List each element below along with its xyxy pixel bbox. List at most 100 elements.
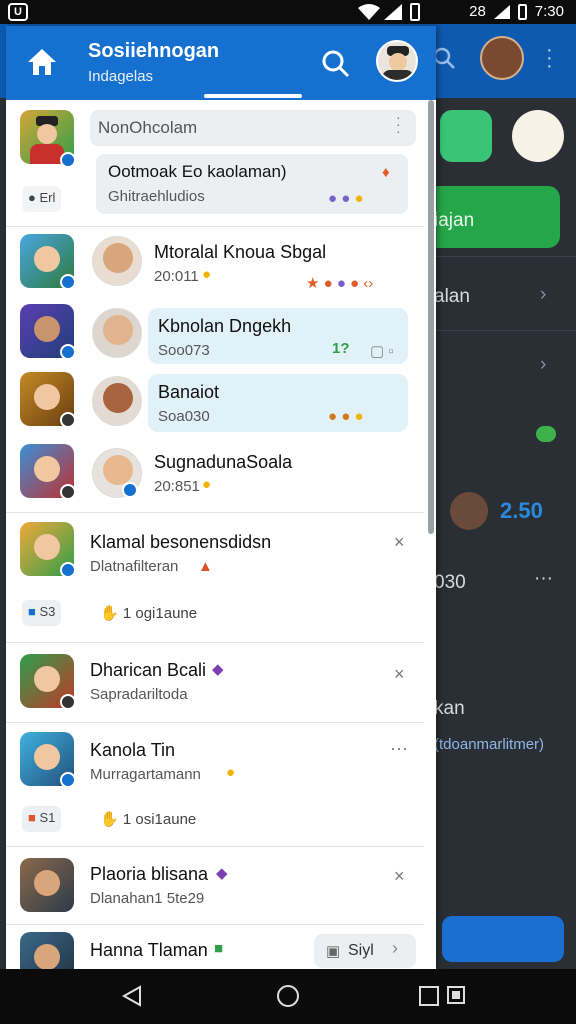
- pinned-bubble-title: Ootmoak Eo kaolaman): [108, 162, 287, 181]
- verified-badge-icon: [122, 482, 138, 498]
- verified-badge-icon: [60, 344, 76, 360]
- post-pill[interactable]: ■ S3: [22, 600, 62, 626]
- divider: [6, 846, 424, 847]
- profile-avatar[interactable]: [376, 40, 418, 82]
- pinned-small-pill[interactable]: ● Erl: [22, 186, 62, 212]
- divider: [6, 512, 424, 513]
- smile-emoji-icon: ●: [226, 764, 236, 781]
- pinned-more-icon[interactable]: · · ·: [396, 110, 401, 138]
- signal-icon-2: [493, 4, 510, 19]
- more-options-icon[interactable]: ···: [390, 738, 408, 759]
- divider: [6, 226, 424, 227]
- chevron-right-icon: ›: [392, 938, 398, 958]
- conversation-time: Soo073: [158, 342, 210, 359]
- search-icon[interactable]: [320, 48, 350, 78]
- status-left-text: 28: [469, 3, 486, 20]
- thumbs-up-icon: ✋: [100, 811, 119, 828]
- reaction-icons: ★ ● ● ● ‹›: [306, 275, 374, 292]
- post-pill[interactable]: ■ S1: [22, 806, 62, 832]
- contact-avatar[interactable]: [92, 308, 142, 358]
- bg-divider: [434, 256, 576, 257]
- reaction-icons: ● ● ●: [328, 408, 364, 425]
- smile-emoji-icon: ●: [202, 476, 212, 493]
- reaction-icons: ▢ ▫: [370, 343, 394, 360]
- system-navigation-bar: [0, 969, 576, 1024]
- sparkle-emoji-icon: ◆: [212, 661, 224, 678]
- contact-avatar[interactable]: [92, 376, 142, 426]
- bg-more: ···: [534, 568, 553, 589]
- verified-badge-icon: [60, 484, 76, 500]
- bg-action-pill: [442, 916, 564, 962]
- check-box-icon: ■: [214, 940, 224, 957]
- home-icon[interactable]: [26, 46, 58, 78]
- page-subtitle: Indagelas: [88, 68, 154, 85]
- recents-icon[interactable]: [418, 985, 440, 1007]
- flame-icon: ♦: [382, 164, 390, 181]
- page-title: Sosiiehnogan: [88, 40, 220, 62]
- conversation-name: Banaiot: [158, 382, 220, 402]
- contact-avatar[interactable]: [92, 236, 142, 286]
- divider: [6, 642, 424, 643]
- conversation-name: SugnadunaSoala: [154, 452, 293, 472]
- verified-badge-icon: [60, 412, 76, 428]
- battery-icon-2: [517, 3, 527, 20]
- phone-screen: U 28 7:30 · · · iajan alan › › 2.50 030 ··…: [0, 0, 576, 1024]
- post-name: Klamal besonensdidsn: [90, 532, 272, 552]
- post-pill-label: S3: [39, 604, 56, 619]
- divider: [6, 722, 424, 723]
- dismiss-icon[interactable]: ×: [394, 664, 405, 685]
- conversation-time: 20:011: [154, 268, 199, 285]
- back-icon[interactable]: [120, 984, 144, 1008]
- action-button-icon: ▣: [326, 943, 341, 960]
- post-name: Plaoria blisana: [90, 864, 209, 884]
- post-sub: Dlatnafilteran: [90, 558, 179, 575]
- bg-more-icon: · · ·: [546, 39, 553, 77]
- bg-round-icon: [512, 110, 564, 162]
- scrollbar[interactable]: [428, 100, 434, 534]
- post-name: Kanola Tin: [90, 740, 176, 760]
- conversation-time: 20:851: [154, 478, 200, 495]
- signal-icon: [384, 4, 402, 20]
- like-label: 1 ogi1aune: [122, 605, 198, 622]
- top-bar: Sosiiehnogan Indagelas: [6, 26, 436, 100]
- bg-chat-icon: [536, 426, 556, 442]
- drawer-panel: Sosiiehnogan Indagelas NonOhcolam · · · Oo…: [6, 26, 436, 969]
- screenshot-icon[interactable]: [446, 985, 466, 1005]
- bg-item-2: alan: [434, 286, 470, 307]
- bg-item-4: 030: [434, 572, 466, 593]
- verified-badge-icon: [60, 772, 76, 788]
- bg-chip: [440, 110, 492, 162]
- thumbs-up-icon: ✋: [100, 605, 119, 622]
- conversation-name: Mtoralal Knoua Sbgal: [154, 242, 327, 262]
- pinned-small-label: Erl: [39, 190, 56, 205]
- post-name: Dharican Bcali: [90, 660, 207, 680]
- verified-badge-icon: [60, 694, 76, 710]
- dismiss-icon[interactable]: ×: [394, 866, 405, 887]
- message-extra: 1?: [332, 340, 350, 357]
- grape-emoji-icon: ◆: [216, 865, 228, 882]
- home-button-icon[interactable]: [276, 984, 300, 1008]
- bg-divider-2: [434, 330, 576, 331]
- post-sub: Dlanahan1 5te29: [90, 890, 205, 907]
- bag-icon: ■: [28, 604, 36, 619]
- pinned-bubble-sub: Ghitraehludios: [108, 188, 205, 205]
- dismiss-icon[interactable]: ×: [394, 532, 405, 553]
- like-button[interactable]: ✋ 1 ogi1aune: [100, 604, 197, 622]
- divider: [6, 924, 424, 925]
- post-sub: Murragartamann: [90, 766, 201, 783]
- status-bar: U 28 7:30: [0, 0, 576, 24]
- bg-item-1: iajan: [434, 210, 475, 231]
- conversation-time: Soa030: [158, 408, 210, 425]
- conversation-name: Kbnolan Dngekh: [158, 316, 292, 336]
- action-button-label: Siyl: [348, 942, 374, 959]
- pinned-reaction-icons: ● ● ●: [328, 190, 364, 207]
- like-button[interactable]: ✋ 1 osi1aune: [100, 810, 196, 828]
- post-app-icon[interactable]: [20, 932, 74, 969]
- bg-avatar: [480, 36, 524, 80]
- post-app-icon[interactable]: [20, 858, 74, 912]
- cake-emoji-icon: ▲: [198, 558, 213, 575]
- post-name: Hanna Tlaman: [90, 940, 208, 960]
- info-icon: ●: [28, 190, 36, 205]
- bg-item-3: 2.50: [500, 498, 543, 523]
- bg-item-6: (tdoanmarlitmer): [434, 736, 545, 753]
